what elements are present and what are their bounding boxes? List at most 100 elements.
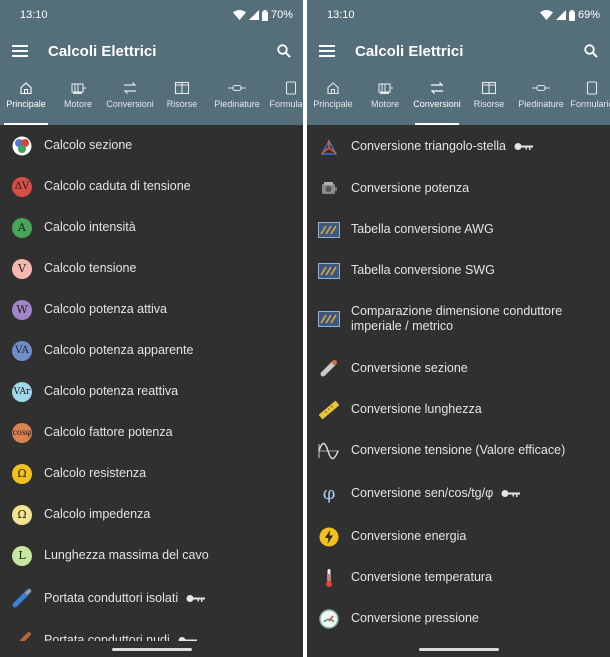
signal-icon (248, 10, 259, 20)
list-item[interactable]: cosφ Calcolo fattore potenza (0, 412, 303, 453)
tab-label: Principale (6, 99, 46, 109)
app-bar: Calcoli Elettrici (0, 30, 303, 72)
tab-label: Conversioni (106, 99, 154, 109)
lightning-icon (318, 526, 340, 548)
list-item[interactable]: Conversione temperatura (307, 557, 610, 598)
tab-conversioni[interactable]: Conversioni (411, 72, 463, 125)
list-item[interactable]: φ Conversione sen/cos/tg/φ (307, 471, 610, 516)
list-item[interactable]: Tabella conversione SWG (307, 250, 610, 291)
tab-bar: Principale Motore Conversioni Risorse Pi… (307, 72, 610, 125)
status-bar: 13:10 69% (307, 0, 610, 30)
cable-length-icon: L (11, 545, 33, 567)
sine-wave-icon (318, 440, 340, 462)
tab-label: Principale (313, 99, 353, 109)
tab-principale[interactable]: Principale (307, 72, 359, 125)
wire-gauge-table-icon (318, 308, 340, 330)
list-item[interactable]: Conversione triangolo-stella (307, 125, 610, 168)
status-time: 13:10 (20, 9, 48, 21)
ampere-icon: A (11, 217, 33, 239)
var-icon: VAr (11, 381, 33, 403)
status-bar: 13:10 70% (0, 0, 303, 30)
list-item[interactable]: Conversione potenza (307, 168, 610, 209)
tab-formulario[interactable]: Formulario (266, 72, 303, 125)
list-item[interactable]: Conversione tensione (Valore efficace) (307, 430, 610, 471)
list-item[interactable]: Ω Calcolo impedenza (0, 494, 303, 535)
list-item[interactable]: VAr Calcolo potenza reattiva (0, 371, 303, 412)
list-item[interactable]: Tabella conversione AWG (307, 209, 610, 250)
list-item[interactable]: ΔV Calcolo caduta di tensione (0, 166, 303, 207)
tab-principale[interactable]: Principale (0, 72, 52, 125)
home-icon (327, 82, 339, 95)
power-factor-icon: cosφ (11, 422, 33, 444)
engine-icon (318, 178, 340, 200)
menu-list: Calcolo sezione ΔV Calcolo caduta di ten… (0, 125, 303, 641)
app-title: Calcoli Elettrici (355, 42, 464, 60)
plug-icon (532, 84, 550, 92)
list-item[interactable]: W Calcolo potenza attiva (0, 289, 303, 330)
list-item[interactable]: Conversione sezione (307, 347, 610, 389)
list-item[interactable]: L Lunghezza massima del cavo (0, 535, 303, 576)
search-icon[interactable] (277, 44, 291, 58)
battery-percent: 69% (577, 9, 600, 21)
tab-conversioni[interactable]: Conversioni (104, 72, 156, 125)
list-item[interactable]: Comparazione dimensione conduttore imper… (307, 291, 610, 347)
impedance-icon: Ω (11, 504, 33, 526)
cross-section-icon (11, 135, 33, 157)
tab-motore[interactable]: Motore (52, 72, 104, 125)
wire-gauge-table-icon (318, 260, 340, 282)
app-title: Calcoli Elettrici (48, 42, 157, 60)
ruler-icon (318, 399, 340, 421)
swap-arrows-icon (430, 82, 444, 94)
signal-icon (555, 10, 566, 20)
tab-label: Formulario (570, 99, 610, 109)
menu-icon[interactable] (319, 45, 335, 57)
key-icon (186, 594, 206, 603)
motor-icon (378, 83, 393, 94)
list-item[interactable]: Calcolo sezione (0, 125, 303, 166)
key-icon (501, 489, 521, 498)
tab-bar: Principale Motore Conversioni Risorse Pi… (0, 72, 303, 125)
wire-gauge-table-icon (318, 219, 340, 241)
delta-star-icon (318, 136, 340, 158)
list-item[interactable]: A Calcolo intensità (0, 207, 303, 248)
wifi-icon (232, 10, 246, 20)
bare-cable-icon (11, 630, 33, 641)
search-icon[interactable] (584, 44, 598, 58)
home-icon (20, 82, 32, 95)
list-item[interactable]: Portata conduttori isolati (0, 576, 303, 620)
key-icon (514, 142, 534, 151)
tab-label: Conversioni (413, 99, 461, 109)
voltage-drop-icon: ΔV (11, 176, 33, 198)
menu-icon[interactable] (12, 45, 28, 57)
tab-formulario[interactable]: Formulario (567, 72, 610, 125)
list-item[interactable]: VA Calcolo potenza apparente (0, 330, 303, 371)
tab-label: Risorse (473, 99, 505, 109)
phi-icon: φ (322, 483, 336, 504)
watt-icon: W (11, 299, 33, 321)
list-item[interactable]: Conversione energia (307, 516, 610, 557)
home-gesture-bar[interactable] (418, 648, 499, 651)
motor-icon (71, 83, 86, 94)
navigation-bar (307, 641, 610, 657)
volt-icon: V (11, 258, 33, 280)
list-item[interactable]: Ω Calcolo resistenza (0, 453, 303, 494)
wifi-icon (539, 10, 553, 20)
document-icon (285, 81, 297, 95)
book-icon (174, 81, 190, 95)
list-item[interactable]: Conversione lunghezza (307, 389, 610, 430)
menu-list: Conversione triangolo-stella Conversione… (307, 125, 610, 641)
swap-arrows-icon (123, 82, 137, 94)
ohm-icon: Ω (11, 463, 33, 485)
book-icon (481, 81, 497, 95)
home-gesture-bar[interactable] (111, 648, 192, 651)
tab-motore[interactable]: Motore (359, 72, 411, 125)
tab-label: Risorse (166, 99, 198, 109)
tab-piedinature[interactable]: Piedinature (208, 72, 266, 125)
tab-risorse[interactable]: Risorse (463, 72, 515, 125)
list-item[interactable]: V Calcolo tensione (0, 248, 303, 289)
list-item[interactable]: Conversione pressione (307, 598, 610, 639)
list-item[interactable]: Portata conduttori nudi (0, 620, 303, 641)
insulated-cable-icon (11, 587, 33, 609)
tab-piedinature[interactable]: Piedinature (515, 72, 567, 125)
tab-risorse[interactable]: Risorse (156, 72, 208, 125)
